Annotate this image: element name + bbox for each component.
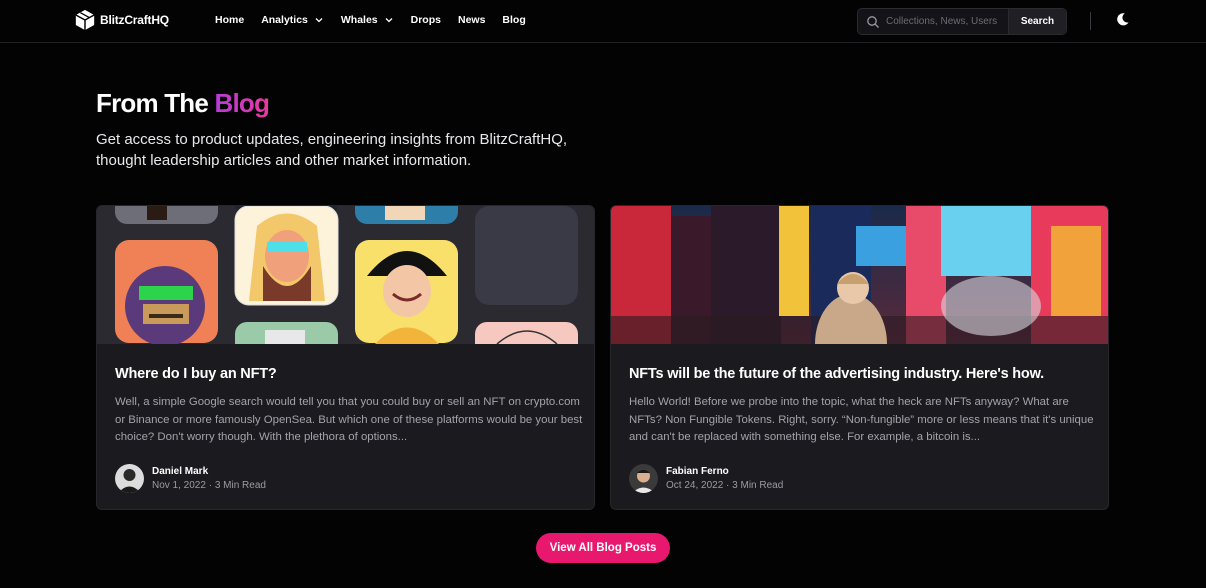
author-name: Fabian Ferno: [666, 466, 729, 477]
nav-link-analytics[interactable]: Analytics: [261, 14, 324, 26]
post-excerpt: Hello World! Before we probe into the to…: [629, 396, 1094, 443]
search-icon: [867, 15, 879, 28]
author-name: Daniel Mark: [152, 466, 209, 477]
nav-link-label: Drops: [410, 14, 441, 26]
brand-name: BlitzCraftHQ: [100, 13, 169, 27]
nav-link-label: Whales: [340, 14, 378, 26]
view-all-posts-button[interactable]: View All Blog Posts: [536, 533, 670, 563]
nav-link-whales[interactable]: Whales: [341, 14, 394, 26]
nav-link-drops[interactable]: Drops: [411, 14, 441, 26]
post-title[interactable]: Where do I buy an NFT?: [115, 366, 277, 382]
nav-link-label: Analytics: [261, 14, 308, 26]
brand-logo[interactable]: BlitzCraftHQ: [74, 9, 169, 31]
nav-divider: [1090, 12, 1091, 30]
title-accent: Blog: [214, 88, 270, 118]
avatar: [629, 464, 658, 493]
nav-link-label: News: [457, 14, 486, 26]
blog-card[interactable]: Where do I buy an NFT? Well, a simple Go…: [96, 205, 595, 510]
blog-card[interactable]: NFTs will be the future of the advertisi…: [610, 205, 1109, 510]
post-author: Fabian Ferno Oct 24, 2022 · 3 Min Read: [629, 464, 783, 493]
nav-link-label: Home: [215, 14, 245, 26]
author-meta: Fabian Ferno Oct 24, 2022 · 3 Min Read: [666, 466, 783, 491]
card-image-times-square: [611, 206, 1108, 344]
post-author: Daniel Mark Nov 1, 2022 · 3 Min Read: [115, 464, 266, 493]
chevron-down-icon: [385, 18, 393, 23]
search-button[interactable]: Search: [1008, 9, 1066, 34]
card-image-nft-collage: [97, 206, 594, 344]
avatar: [115, 464, 144, 493]
nav-link-label: Blog: [502, 14, 526, 26]
post-date: Nov 1, 2022 · 3 Min Read: [152, 480, 266, 491]
top-navbar: BlitzCraftHQ Home Analytics Whales Drops…: [0, 0, 1206, 43]
nav-link-blog[interactable]: Blog: [502, 14, 525, 26]
post-date: Oct 24, 2022 · 3 Min Read: [666, 480, 784, 491]
search-box: Search: [857, 8, 1067, 35]
post-excerpt: Well, a simple Google search would tell …: [115, 396, 583, 443]
nav-links: Home Analytics Whales Drops News Blog: [215, 14, 543, 26]
search-input[interactable]: [886, 11, 1004, 32]
page-subtitle: Get access to product updates, engineeri…: [96, 131, 568, 169]
page-title: From The Blog: [96, 88, 270, 119]
author-meta: Daniel Mark Nov 1, 2022 · 3 Min Read: [152, 466, 266, 491]
chevron-down-icon: [315, 18, 323, 23]
moon-icon[interactable]: [1115, 12, 1130, 27]
nav-link-news[interactable]: News: [458, 14, 485, 26]
title-prefix: From The: [96, 88, 215, 118]
logo-cube-icon: [75, 9, 95, 31]
nav-link-home[interactable]: Home: [215, 14, 244, 26]
post-title[interactable]: NFTs will be the future of the advertisi…: [629, 366, 1044, 382]
